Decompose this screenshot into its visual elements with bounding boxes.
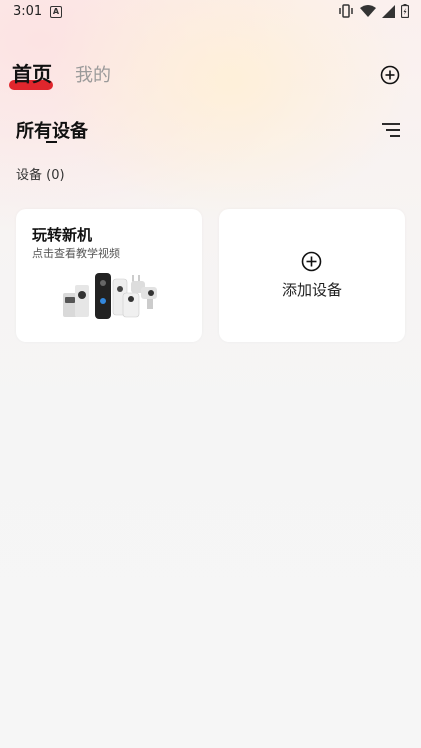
filter-menu-icon[interactable] — [381, 122, 401, 138]
section-title: 所有设备 — [16, 121, 88, 142]
add-circle-icon[interactable] — [380, 65, 400, 85]
tutorial-card[interactable]: 玩转新机 点击查看教学视频 — [16, 209, 202, 342]
add-device-icon — [301, 251, 322, 272]
add-device-card[interactable]: 添加设备 — [219, 209, 405, 342]
battery-icon — [401, 4, 409, 18]
section-title-mark — [46, 141, 57, 143]
vibrate-icon — [339, 4, 353, 18]
tab-mine[interactable]: 我的 — [75, 61, 111, 87]
tab-home[interactable]: 首页 — [12, 58, 52, 87]
device-count: 设备 (0) — [16, 168, 65, 183]
tutorial-title: 玩转新机 — [32, 226, 93, 244]
status-bar: 3:01 A — [0, 0, 421, 24]
camera-products-image — [63, 273, 157, 319]
status-time: 3:01 — [13, 4, 43, 19]
system-icons — [338, 4, 409, 18]
notification-app-icon: A — [50, 6, 62, 18]
signal-icon — [382, 4, 395, 18]
add-device-label: 添加设备 — [281, 281, 342, 299]
wifi-icon — [360, 4, 376, 17]
tutorial-subtitle: 点击查看教学视频 — [32, 247, 120, 260]
